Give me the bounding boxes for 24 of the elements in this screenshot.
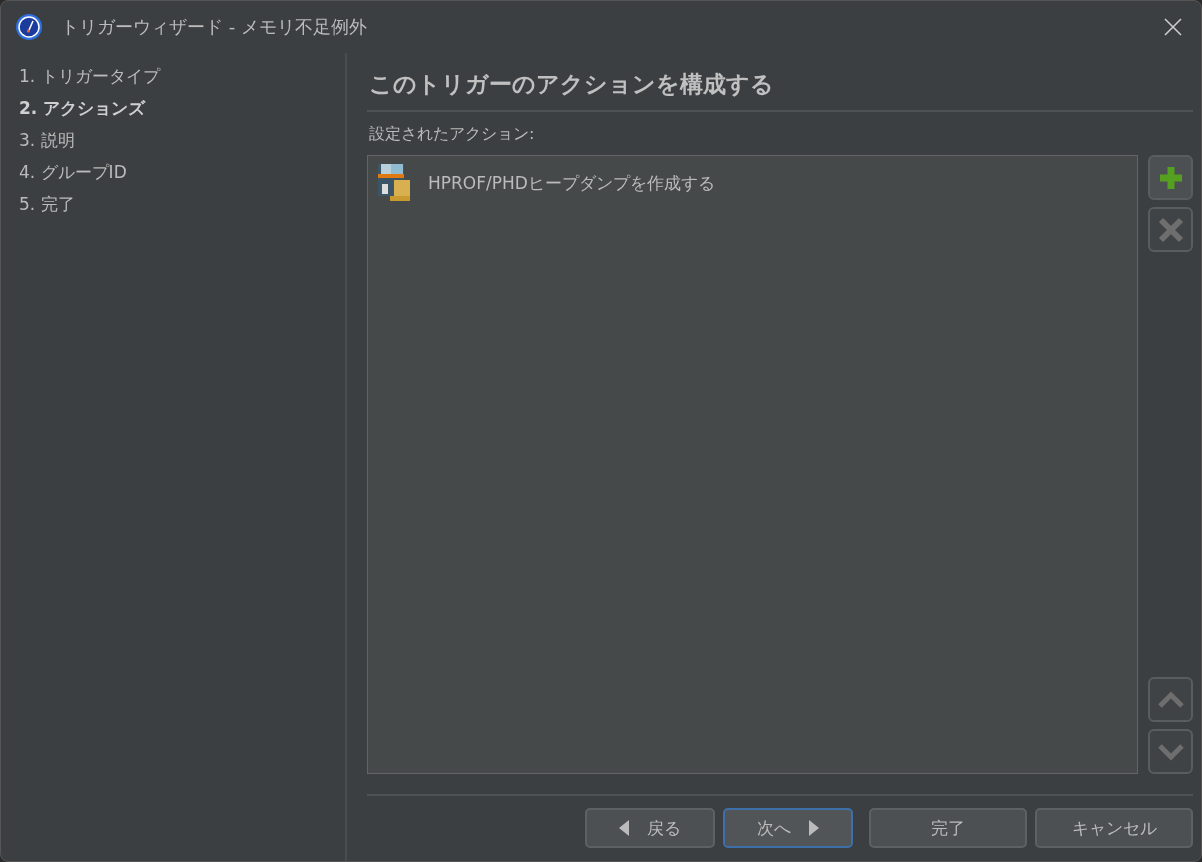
add-button[interactable] <box>1148 155 1193 200</box>
chevron-up-icon <box>1156 690 1185 709</box>
floppy-disk-icon <box>378 164 412 202</box>
close-icon <box>1163 17 1183 37</box>
wizard-step: 4. グループID <box>19 159 345 191</box>
gauge-icon <box>15 13 43 41</box>
wizard-step: 5. 完了 <box>19 191 345 223</box>
left-triangle-icon <box>619 820 629 836</box>
actions-list[interactable]: HPROF/PHDヒープダンプを作成する <box>367 155 1138 774</box>
dialog-button[interactable]: 次へ <box>723 808 853 848</box>
dialog-button[interactable]: 完了 <box>869 808 1027 848</box>
dialog-button[interactable]: 戻る <box>585 808 715 848</box>
actions-label: 設定されたアクション: <box>368 123 536 145</box>
wizard-step: 1. トリガータイプ <box>19 63 345 95</box>
window-title: トリガーウィザード - メモリ不足例外 <box>61 15 368 39</box>
x-icon <box>1157 216 1184 243</box>
page-heading: このトリガーのアクションを構成する <box>368 70 775 99</box>
right-triangle-icon <box>809 820 819 836</box>
wizard-step: 2. アクションズ <box>19 95 345 127</box>
plus-icon <box>1157 164 1184 191</box>
action-item[interactable]: HPROF/PHDヒープダンプを作成する <box>428 171 715 195</box>
chevron-down-icon <box>1156 742 1185 761</box>
wizard-step: 3. 説明 <box>19 127 345 159</box>
dialog-button[interactable]: キャンセル <box>1035 808 1193 848</box>
